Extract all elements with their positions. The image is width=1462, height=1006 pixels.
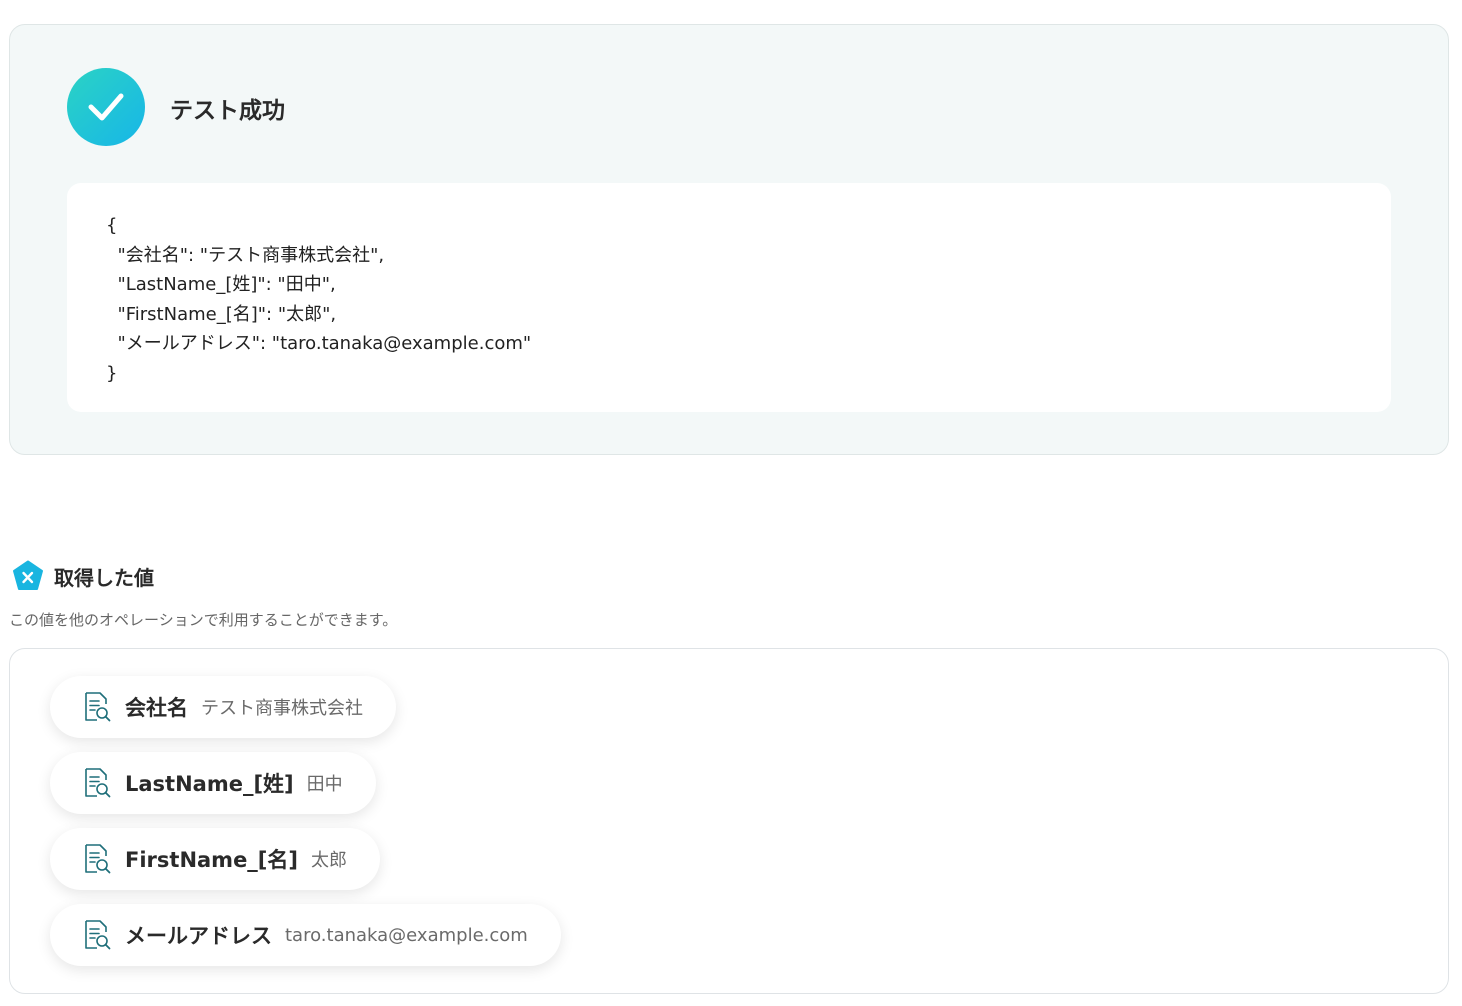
retrieved-values-header: 取得した値 (12, 560, 154, 592)
value-name: メールアドレス (125, 924, 272, 948)
retrieved-values-panel: 会社名 テスト商事株式会社 LastName_[姓] 田中 FirstName_… (9, 648, 1449, 994)
value-chip-company[interactable]: 会社名 テスト商事株式会社 (50, 676, 396, 738)
value-text: 田中 (306, 774, 343, 795)
document-search-icon (85, 692, 111, 722)
retrieved-values-title: 取得した値 (54, 565, 154, 590)
test-result-card: テスト成功 { "会社名": "テスト商事株式会社", "LastName_[姓… (9, 24, 1449, 455)
test-result-title: テスト成功 (170, 98, 285, 124)
document-search-icon (85, 920, 111, 950)
value-chip-email[interactable]: メールアドレス taro.tanaka@example.com (50, 904, 561, 966)
value-text: 太郎 (311, 850, 348, 871)
variable-icon (13, 560, 43, 590)
value-chip-last-name[interactable]: LastName_[姓] 田中 (50, 752, 376, 814)
value-text: テスト商事株式会社 (201, 698, 363, 719)
document-search-icon (85, 768, 111, 798)
json-output-text: { "会社名": "テスト商事株式会社", "LastName_[姓]": "田… (106, 215, 532, 384)
value-name: 会社名 (125, 696, 188, 720)
value-text: taro.tanaka@example.com (285, 924, 528, 946)
value-chip-first-name[interactable]: FirstName_[名] 太郎 (50, 828, 381, 890)
retrieved-values-description: この値を他のオペレーションで利用することができます。 (9, 611, 398, 629)
json-output-box: { "会社名": "テスト商事株式会社", "LastName_[姓]": "田… (67, 183, 1391, 412)
value-name: LastName_[姓] (125, 772, 294, 796)
check-circle-icon (67, 68, 145, 146)
value-name: FirstName_[名] (125, 848, 299, 872)
document-search-icon (85, 844, 111, 874)
